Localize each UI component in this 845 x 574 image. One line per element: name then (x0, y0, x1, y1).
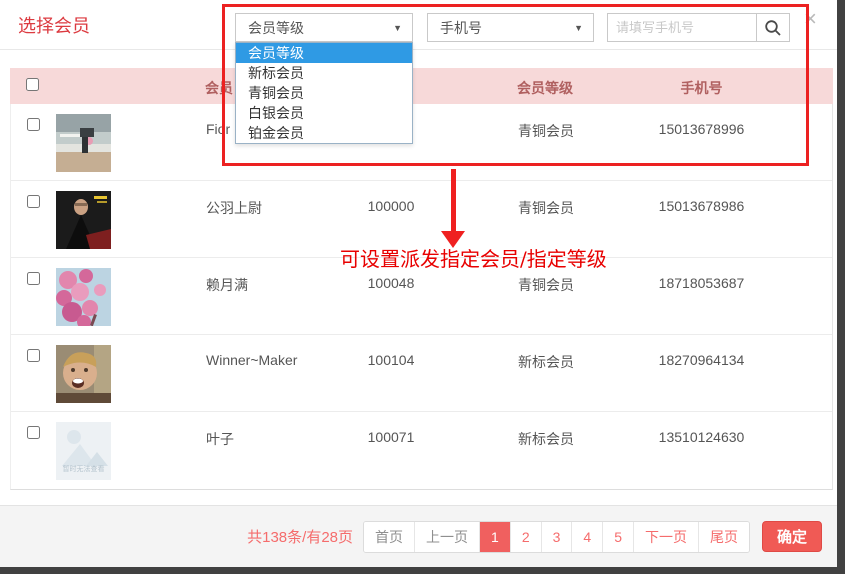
member-name: 叶子 (206, 412, 336, 449)
confirm-button[interactable]: 确定 (762, 521, 822, 552)
member-phone: 15013678996 (636, 104, 832, 137)
member-level: 青铜会员 (446, 181, 636, 218)
table-row: 暂时无法查看 叶子 100071 新标会员 13510124630 (11, 412, 832, 489)
dropdown-option-silver[interactable]: 白银会员 (236, 103, 412, 123)
avatar-man-portrait (56, 191, 111, 249)
pagination-last[interactable]: 尾页 (698, 522, 749, 552)
phone-search-input[interactable] (607, 13, 757, 42)
page-edge-right (837, 0, 845, 574)
select-all-checkbox[interactable] (26, 78, 39, 91)
row-checkbox[interactable] (27, 118, 40, 131)
member-id: 100048 (336, 258, 446, 291)
pagination-prev[interactable]: 上一页 (414, 522, 479, 552)
avatar-no-image-placeholder: 暂时无法查看 (56, 422, 111, 480)
member-level-dropdown-list: 会员等级 新标会员 青铜会员 白银会员 铂金会员 (235, 42, 413, 144)
search-field-select[interactable]: 手机号 ▼ (427, 13, 594, 42)
header-member-level: 会员等级 (445, 68, 635, 98)
member-level: 新标会员 (446, 335, 636, 372)
footer: 共138条/有28页 首页 上一页 1 2 3 4 5 下一页 尾页 确定 (0, 505, 837, 567)
chevron-down-icon: ▼ (574, 23, 583, 33)
member-id: 100071 (336, 412, 446, 445)
member-name: Winner~Maker (206, 335, 336, 368)
search-button[interactable] (756, 13, 790, 42)
chevron-down-icon: ▼ (393, 23, 402, 33)
pagination-page-3[interactable]: 3 (541, 522, 572, 552)
search-field-select-value: 手机号 (440, 18, 482, 38)
page-title: 选择会员 (18, 12, 90, 38)
member-phone: 18718053687 (636, 258, 832, 291)
table-row: 公羽上尉 100000 青铜会员 15013678986 (11, 181, 832, 258)
avatar-child-face (56, 345, 111, 403)
close-icon[interactable]: × (804, 8, 817, 30)
header-divider (0, 49, 837, 50)
pagination-summary: 共138条/有28页 (247, 526, 353, 547)
member-phone: 15013678986 (636, 181, 832, 214)
table-header-row: 会员 会员等级 手机号 (10, 68, 833, 104)
dropdown-option-bronze[interactable]: 青铜会员 (236, 83, 412, 103)
member-id: 100104 (336, 335, 446, 368)
row-checkbox[interactable] (27, 272, 40, 285)
pagination-page-2[interactable]: 2 (510, 522, 541, 552)
pagination-page-4[interactable]: 4 (571, 522, 602, 552)
member-name: 公羽上尉 (206, 181, 336, 218)
pagination-first[interactable]: 首页 (364, 522, 414, 552)
row-checkbox[interactable] (27, 195, 40, 208)
pagination-page-5[interactable]: 5 (602, 522, 633, 552)
member-level: 青铜会员 (446, 258, 636, 295)
member-level-select[interactable]: 会员等级 ▼ (235, 13, 413, 42)
avatar-placeholder-text: 暂时无法查看 (56, 464, 111, 474)
search-icon (764, 19, 782, 37)
member-name: 赖月满 (206, 258, 336, 295)
member-level-select-value: 会员等级 (248, 18, 304, 38)
member-table: 会员 会员等级 手机号 (10, 68, 833, 490)
page-edge-bottom (0, 567, 845, 574)
dropdown-option-platinum[interactable]: 铂金会员 (236, 123, 412, 143)
member-phone: 13510124630 (636, 412, 832, 445)
table-row: Fior 青铜会员 15013678996 (11, 104, 832, 181)
table-row: Winner~Maker 100104 新标会员 18270964134 (11, 335, 832, 412)
member-level: 新标会员 (446, 412, 636, 449)
dropdown-option-all-levels[interactable]: 会员等级 (236, 43, 412, 63)
pagination-next[interactable]: 下一页 (633, 522, 698, 552)
row-checkbox[interactable] (27, 426, 40, 439)
member-id: 100000 (336, 181, 446, 214)
dropdown-option-new-member[interactable]: 新标会员 (236, 63, 412, 83)
pagination: 首页 上一页 1 2 3 4 5 下一页 尾页 (363, 521, 750, 553)
header-phone: 手机号 (635, 68, 833, 98)
avatar-pink-flowers (56, 268, 111, 326)
member-level: 青铜会员 (446, 104, 636, 141)
row-checkbox[interactable] (27, 349, 40, 362)
pagination-page-1[interactable]: 1 (479, 522, 510, 552)
table-row: 赖月满 100048 青铜会员 18718053687 (11, 258, 832, 335)
member-phone: 18270964134 (636, 335, 832, 368)
avatar-beach-photo (56, 114, 111, 172)
